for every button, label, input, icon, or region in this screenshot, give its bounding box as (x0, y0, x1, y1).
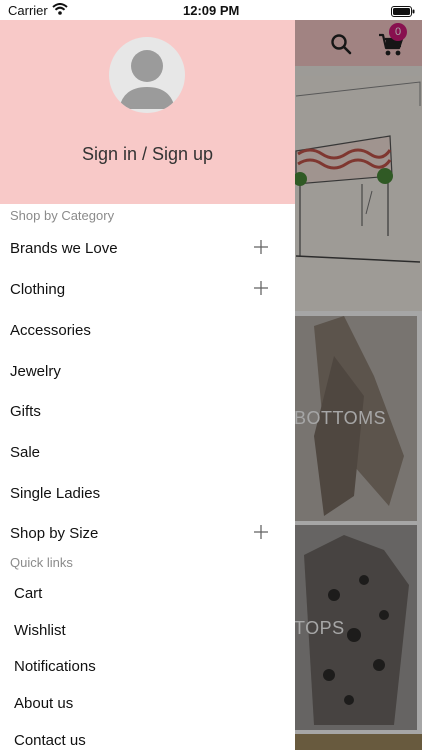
quick-link-wishlist[interactable]: Wishlist (14, 617, 284, 645)
menu-item-label: Single Ladies (10, 485, 101, 502)
menu-item-label: Jewelry (10, 363, 61, 380)
menu-item-sale[interactable]: Sale (10, 437, 285, 467)
quick-link-label: Cart (14, 585, 43, 602)
menu-item-label: Accessories (10, 322, 91, 339)
quick-link-cart[interactable]: Cart (14, 580, 284, 608)
menu-item-single-ladies[interactable]: Single Ladies (10, 478, 285, 508)
menu-item-shop-by-size[interactable]: Shop by Size (10, 518, 285, 548)
status-bar: Carrier 12:09 PM (0, 0, 422, 20)
quick-link-label: About us (14, 695, 74, 712)
clock-time: 12:09 PM (183, 3, 240, 18)
section-title-quick-links: Quick links (10, 555, 73, 570)
avatar[interactable] (109, 37, 185, 113)
expand-plus-icon[interactable] (253, 524, 269, 540)
expand-plus-icon[interactable] (253, 239, 269, 255)
user-placeholder-icon (119, 50, 175, 109)
menu-item-brands-we-love[interactable]: Brands we Love (10, 233, 285, 263)
quick-link-label: Wishlist (14, 622, 66, 639)
battery-icon (391, 5, 415, 20)
menu-item-label: Clothing (10, 281, 66, 298)
menu-item-label: Gifts (10, 403, 41, 420)
expand-plus-icon[interactable] (253, 280, 269, 296)
quick-link-label: Contact us (14, 732, 86, 749)
section-title-category: Shop by Category (10, 208, 115, 223)
sign-in-link[interactable]: Sign in / Sign up (0, 144, 295, 165)
carrier-label: Carrier (8, 3, 48, 18)
drawer-header: Sign in / Sign up (0, 20, 295, 204)
quick-link-contact-us[interactable]: Contact us (14, 727, 284, 750)
menu-item-label: Shop by Size (10, 525, 99, 542)
menu-item-gifts[interactable]: Gifts (10, 396, 285, 426)
menu-item-jewelry[interactable]: Jewelry (10, 356, 285, 386)
menu-item-clothing[interactable]: Clothing (10, 274, 285, 304)
wifi-icon (52, 3, 68, 18)
menu-item-label: Brands we Love (10, 240, 118, 257)
navigation-drawer: Sign in / Sign up Shop by Category Brand… (0, 20, 295, 750)
menu-item-label: Sale (10, 444, 41, 461)
quick-link-about-us[interactable]: About us (14, 690, 284, 718)
menu-item-accessories[interactable]: Accessories (10, 315, 285, 345)
quick-link-label: Notifications (14, 658, 96, 675)
quick-link-notifications[interactable]: Notifications (14, 653, 284, 681)
